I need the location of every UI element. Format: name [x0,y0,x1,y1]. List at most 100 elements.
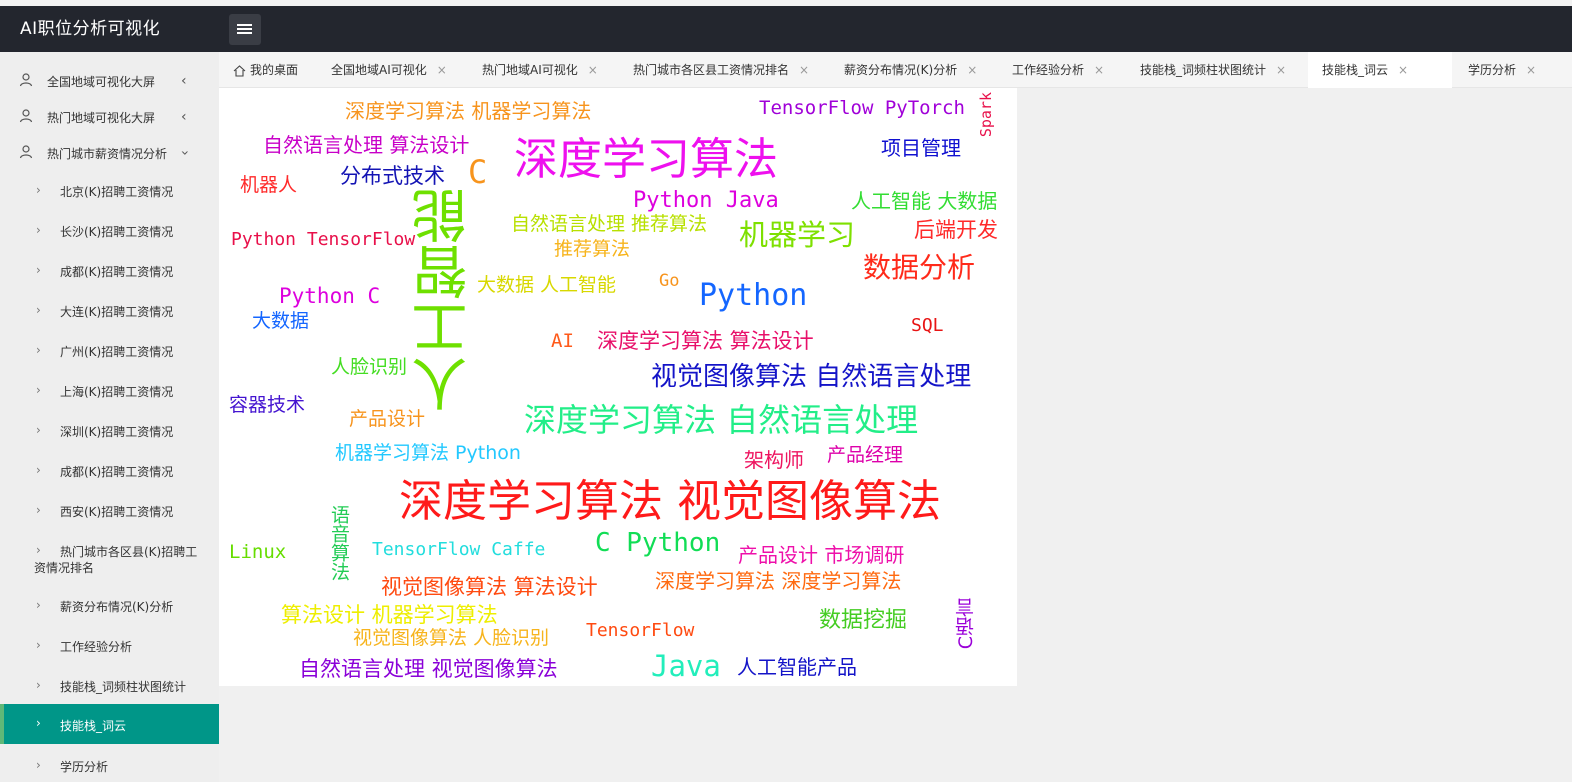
chevron-left-icon: ‹ [181,109,187,125]
sidebar-item-beijing[interactable]: › 北京(K)招聘工资情况 [0,183,219,203]
word: TensorFlow PyTorch [759,97,965,119]
word: 人工智能产品 [737,655,857,679]
tab-bar: 我的桌面 全国地域AI可视化 × 热门地域AI可视化 × 热门城市各区县工资情况排名… [219,52,1572,88]
tab-label: 全国地域AI可视化 [331,63,427,77]
word: 产品设计 市场调研 [738,543,905,567]
user-icon [19,73,33,87]
close-icon[interactable]: × [1398,63,1408,77]
sidebar-item-guangzhou[interactable]: › 广州(K)招聘工资情况 [0,343,219,363]
app-header: AI职位分析可视化 [0,6,1572,52]
tab-label: 学历分析 [1468,63,1517,77]
word: 机器学习算法 Python [335,442,521,464]
word: 分布式技术 [340,164,445,188]
sidebar-group-hot-region-screen[interactable]: 热门地域可视化大屏 ‹ [0,109,219,129]
chevron-right-icon: › [36,303,41,317]
chevron-right-icon: › [36,183,41,197]
word: 自然语言处理 推荐算法 [511,213,708,235]
word: Python TensorFlow [231,229,416,250]
sidebar: 全国地域可视化大屏 ‹ 热门地域可视化大屏 ‹ 热门城市薪资情况分析 ‹ › 北… [0,52,219,782]
sidebar-item-education[interactable]: › 学历分析 [0,758,219,778]
sidebar-item-label: 技能栈_词云 [60,719,127,733]
tab-label: 热门地域AI可视化 [482,63,578,77]
sidebar-item-experience[interactable]: › 工作经验分析 [0,638,219,658]
sidebar-item-label: 学历分析 [60,760,109,774]
app-title: AI职位分析可视化 [20,19,161,39]
sidebar-item-xian[interactable]: › 西安(K)招聘工资情况 [0,503,219,523]
close-icon[interactable]: × [1276,63,1286,77]
word: SQL [911,315,944,336]
word: AI [551,330,574,352]
word: 语音算法 [328,505,350,581]
chevron-right-icon: › [36,758,41,772]
chevron-right-icon: › [36,598,41,612]
sidebar-item-label: 广州(K)招聘工资情况 [60,345,174,359]
tab-education[interactable]: 学历分析 × [1468,52,1536,88]
close-icon[interactable]: × [799,63,809,77]
sidebar-group-hot-city-salary[interactable]: 热门城市薪资情况分析 ‹ [0,145,219,165]
word: 架构师 [744,448,804,472]
menu-toggle-button[interactable] [229,14,261,45]
word: 人脸识别 [331,356,408,378]
sidebar-item-district-ranking[interactable]: › 热门城市各区县(K)招聘工 资情况排名 [0,543,219,577]
word: 产品设计 [349,408,426,430]
sidebar-item-label-line2: 资情况排名 [34,561,95,575]
tab-my-desktop[interactable]: 我的桌面 [233,52,298,88]
close-icon[interactable]: × [1526,63,1536,77]
sidebar-group-label: 热门地域可视化大屏 [47,111,156,125]
sidebar-item-chengdu[interactable]: › 成都(K)招聘工资情况 [0,263,219,283]
sidebar-item-label: 成都(K)招聘工资情况 [60,265,174,279]
wordcloud-panel: 深度学习算法 机器学习算法 TensorFlow PyTorch Spark 自… [219,88,1017,686]
word: Python Java [633,188,779,213]
word: 推荐算法 [554,238,631,260]
word: Python [699,278,808,313]
tab-national-ai[interactable]: 全国地域AI可视化 × [331,52,447,88]
sidebar-item-shanghai[interactable]: › 上海(K)招聘工资情况 [0,383,219,403]
sidebar-item-salary-distribution[interactable]: › 薪资分布情况(K)分析 [0,598,219,618]
chevron-right-icon: › [36,463,41,477]
word: 产品经理 [827,444,904,466]
sidebar-item-label: 薪资分布情况(K)分析 [60,600,174,614]
sidebar-item-label: 西安(K)招聘工资情况 [60,505,174,519]
word: 算法设计 机器学习算法 [281,603,498,627]
close-icon[interactable]: × [437,63,447,77]
word: 深度学习算法 自然语言处理 [524,401,919,439]
sidebar-item-dalian[interactable]: › 大连(K)招聘工资情况 [0,303,219,323]
word: 深度学习算法 [514,134,778,185]
word: 视觉图像算法 自然语言处理 [651,362,972,392]
sidebar-item-changsha[interactable]: › 长沙(K)招聘工资情况 [0,223,219,243]
sidebar-item-skill-wordcloud[interactable]: › 技能栈_词云 [0,704,219,744]
sidebar-group-national-screen[interactable]: 全国地域可视化大屏 ‹ [0,73,219,93]
chevron-right-icon: › [36,503,41,517]
sidebar-item-label: 大连(K)招聘工资情况 [60,305,174,319]
chevron-right-icon: › [36,223,41,237]
tab-skill-wordcloud[interactable]: 技能栈_词云 × [1308,52,1452,88]
word: 机器人 [240,174,298,196]
chevron-down-icon: ‹ [176,150,193,156]
sidebar-item-shenzhen[interactable]: › 深圳(K)招聘工资情况 [0,423,219,443]
sidebar-item-label: 长沙(K)招聘工资情况 [60,225,174,239]
word: 大数据 [252,310,310,332]
word: 深度学习算法 视觉图像算法 [399,476,941,527]
sidebar-item-skill-bar-chart[interactable]: › 技能栈_词频柱状图统计 [0,678,219,698]
sidebar-item-label: 上海(K)招聘工资情况 [60,385,174,399]
sidebar-item-label: 北京(K)招聘工资情况 [60,185,174,199]
close-icon[interactable]: × [967,63,977,77]
tab-district-ranking[interactable]: 热门城市各区县工资情况排名 × [633,52,809,88]
word: C语言 [955,598,977,650]
chevron-right-icon: › [36,638,41,652]
chevron-left-icon: ‹ [181,73,187,89]
close-icon[interactable]: × [588,63,598,77]
tab-salary-distribution[interactable]: 薪资分布情况(K)分析 × [844,52,977,88]
word: 机器学习 [739,218,856,252]
chevron-right-icon: › [36,343,41,357]
chevron-right-icon: › [36,678,41,692]
sidebar-group-label: 全国地域可视化大屏 [47,75,156,89]
tab-label: 我的桌面 [250,63,299,77]
close-icon[interactable]: × [1094,63,1104,77]
sidebar-item-chengdu-2[interactable]: › 成都(K)招聘工资情况 [0,463,219,483]
tab-experience[interactable]: 工作经验分析 × [1012,52,1104,88]
word: 深度学习算法 深度学习算法 [655,569,902,593]
sidebar-item-label: 成都(K)招聘工资情况 [60,465,174,479]
tab-skill-bar-chart[interactable]: 技能栈_词频柱状图统计 × [1140,52,1286,88]
tab-hot-region-ai[interactable]: 热门地域AI可视化 × [482,52,598,88]
